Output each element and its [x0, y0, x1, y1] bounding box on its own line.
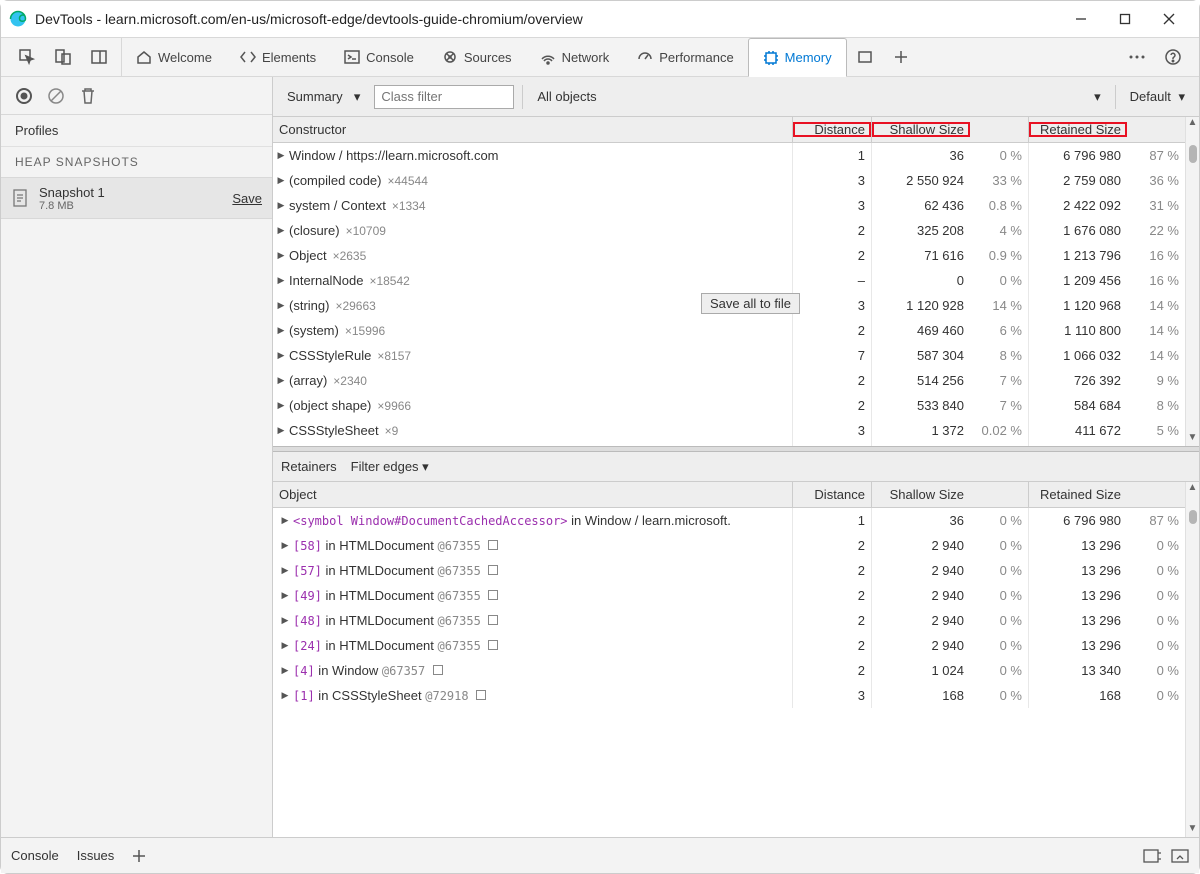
add-tab-icon[interactable]: [883, 38, 919, 76]
device-icon[interactable]: [45, 48, 81, 66]
profiles-panel: Profiles HEAP SNAPSHOTS Snapshot 1 7.8 M…: [1, 77, 273, 837]
table-row[interactable]: ▶<symbol Window#DocumentCachedAccessor> …: [273, 508, 1185, 533]
more-icon[interactable]: [1119, 55, 1155, 59]
constructor-grid: Constructor Distance Shallow Size Retain…: [273, 117, 1199, 446]
header-shallow[interactable]: Shallow Size: [872, 122, 970, 137]
minimize-button[interactable]: [1059, 4, 1103, 34]
tab-welcome[interactable]: Welcome: [122, 38, 226, 76]
summary-label: Summary: [287, 89, 343, 104]
tab-network[interactable]: Network: [526, 38, 624, 76]
tab-console[interactable]: Console: [330, 38, 428, 76]
edge-icon: [9, 10, 27, 28]
main: Profiles HEAP SNAPSHOTS Snapshot 1 7.8 M…: [1, 77, 1199, 837]
table-row[interactable]: ▶(object shape)×99662533 8407 %584 6848 …: [273, 393, 1185, 418]
table-row[interactable]: ▶[57] in HTMLDocument @67355 22 9400 %13…: [273, 558, 1185, 583]
scroll-down-icon-2[interactable]: ▼: [1188, 823, 1198, 837]
table-row[interactable]: ▶[4] in Window @67357 21 0240 %13 3400 %: [273, 658, 1185, 683]
snapshot-save-link[interactable]: Save: [232, 191, 262, 206]
retainers-toolbar: Retainers Filter edges ▾: [273, 452, 1199, 482]
table-row[interactable]: ▶(system)×159962469 4606 %1 110 80014 %: [273, 318, 1185, 343]
summary-dropdown[interactable]: Summary ▾: [281, 89, 366, 105]
close-button[interactable]: [1147, 4, 1191, 34]
header-retained[interactable]: Retained Size: [1029, 122, 1127, 137]
scrollbar-thumb-2[interactable]: [1189, 510, 1197, 524]
class-filter-input[interactable]: [374, 85, 514, 109]
header-constructor[interactable]: Constructor: [273, 122, 792, 137]
memory-panel: Summary ▾ All objects▾ Default ▾ Constru…: [273, 77, 1199, 837]
tab-memory-label: Memory: [785, 50, 832, 65]
table-row[interactable]: ▶CSSStyleSheet×931 3720.02 %411 6725 %: [273, 418, 1185, 443]
bottom-bar: Console Issues: [1, 837, 1199, 873]
snapshot-size: 7.8 MB: [39, 200, 105, 212]
tab-memory[interactable]: Memory: [748, 38, 847, 77]
profiles-header: Profiles: [1, 115, 272, 147]
console-drawer-tab[interactable]: Console: [11, 848, 59, 863]
table-row[interactable]: ▶Array×2119235 5120.5 %400 7525 %: [273, 443, 1185, 446]
retainer-rows[interactable]: ▶<symbol Window#DocumentCachedAccessor> …: [273, 508, 1185, 837]
filter-edges-dropdown[interactable]: Filter edges ▾: [351, 459, 429, 475]
tab-elements[interactable]: Elements: [226, 38, 330, 76]
tab-welcome-label: Welcome: [158, 50, 212, 65]
drawer-icon-2[interactable]: [1171, 849, 1189, 863]
tab-console-label: Console: [366, 50, 414, 65]
help-icon[interactable]: [1155, 48, 1191, 66]
table-row[interactable]: ▶system / Context×1334362 4360.8 %2 422 …: [273, 193, 1185, 218]
header-retained-2[interactable]: Retained Size: [1029, 487, 1127, 502]
window-title: DevTools - learn.microsoft.com/en-us/mic…: [35, 11, 583, 27]
record-icon[interactable]: [13, 85, 35, 107]
table-row[interactable]: ▶InternalNode×18542–00 %1 209 45616 %: [273, 268, 1185, 293]
table-row[interactable]: ▶(compiled code)×4454432 550 92433 %2 75…: [273, 168, 1185, 193]
table-row[interactable]: ▶Object×2635271 6160.9 %1 213 79616 %: [273, 243, 1185, 268]
tab-sources-label: Sources: [464, 50, 512, 65]
objects-label: All objects: [537, 89, 596, 104]
heap-snapshots-header: HEAP SNAPSHOTS: [1, 147, 272, 177]
default-label: Default: [1130, 89, 1171, 104]
titlebar: DevTools - learn.microsoft.com/en-us/mic…: [1, 1, 1199, 37]
retainers-tab[interactable]: Retainers: [281, 459, 337, 474]
table-row[interactable]: ▶[49] in HTMLDocument @67355 22 9400 %13…: [273, 583, 1185, 608]
scroll-down-icon[interactable]: ▼: [1188, 432, 1198, 446]
scroll-up-icon-2[interactable]: ▲: [1188, 482, 1198, 496]
add-drawer-icon[interactable]: [132, 849, 146, 863]
table-row[interactable]: ▶[24] in HTMLDocument @67355 22 9400 %13…: [273, 633, 1185, 658]
table-row[interactable]: ▶(array)×23402514 2567 %726 3929 %: [273, 368, 1185, 393]
header-object[interactable]: Object: [273, 487, 792, 502]
objects-dropdown[interactable]: All objects▾: [531, 89, 1106, 105]
tabbar: Welcome Elements Console Sources Network…: [1, 37, 1199, 77]
inspect-icon[interactable]: [9, 48, 45, 66]
header-distance[interactable]: Distance: [793, 122, 871, 137]
header-shallow-2[interactable]: Shallow Size: [872, 487, 970, 502]
table-row[interactable]: ▶[58] in HTMLDocument @67355 22 9400 %13…: [273, 533, 1185, 558]
table-row[interactable]: ▶[48] in HTMLDocument @67355 22 9400 %13…: [273, 608, 1185, 633]
clear-icon[interactable]: [45, 85, 67, 107]
snapshot-icon: [11, 188, 31, 208]
table-row[interactable]: ▶(closure)×107092325 2084 %1 676 08022 %: [273, 218, 1185, 243]
save-all-tooltip: Save all to file: [701, 293, 800, 314]
dock-icon[interactable]: [81, 48, 117, 66]
tab-performance-label: Performance: [659, 50, 733, 65]
table-row[interactable]: ▶Window / https://learn.microsoft.com136…: [273, 143, 1185, 168]
snapshot-name: Snapshot 1: [39, 185, 105, 200]
maximize-button[interactable]: [1103, 4, 1147, 34]
tab-overflow-icon[interactable]: [847, 38, 883, 76]
issues-drawer-tab[interactable]: Issues: [77, 848, 115, 863]
snapshot-item[interactable]: Snapshot 1 7.8 MB Save: [1, 177, 272, 219]
delete-icon[interactable]: [77, 85, 99, 107]
header-distance-2[interactable]: Distance: [793, 487, 871, 502]
tab-elements-label: Elements: [262, 50, 316, 65]
constructor-rows[interactable]: ▶Window / https://learn.microsoft.com136…: [273, 143, 1185, 446]
tab-sources[interactable]: Sources: [428, 38, 526, 76]
scrollbar-thumb[interactable]: [1189, 145, 1197, 163]
table-row[interactable]: ▶CSSStyleRule×81577587 3048 %1 066 03214…: [273, 343, 1185, 368]
scroll-up-icon[interactable]: ▲: [1188, 117, 1198, 131]
tab-network-label: Network: [562, 50, 610, 65]
tab-performance[interactable]: Performance: [623, 38, 747, 76]
table-row[interactable]: ▶[1] in CSSStyleSheet @72918 31680 %1680…: [273, 683, 1185, 708]
memory-toolbar: Summary ▾ All objects▾ Default ▾: [273, 77, 1199, 117]
default-dropdown[interactable]: Default ▾: [1124, 89, 1191, 105]
drawer-icon-1[interactable]: [1143, 849, 1161, 863]
